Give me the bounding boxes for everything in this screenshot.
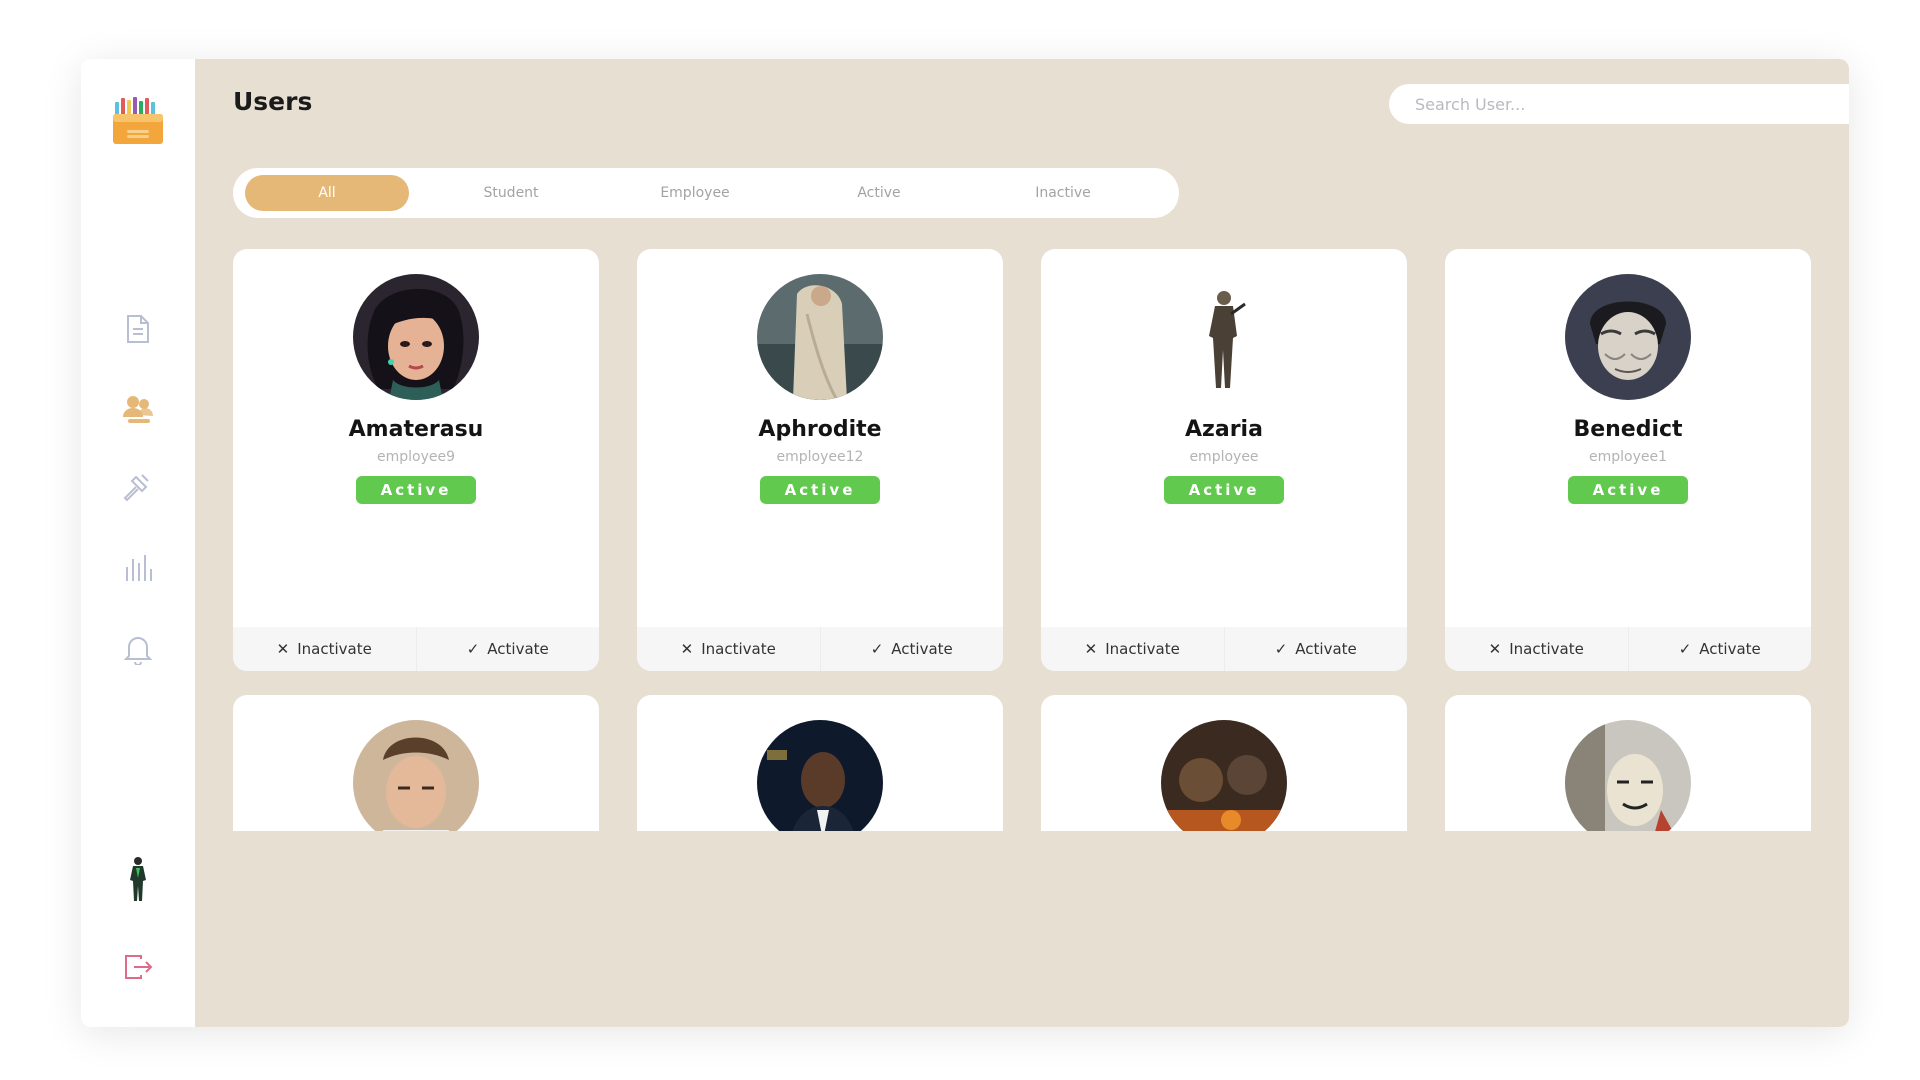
sidebar (81, 59, 195, 1027)
tab-employee[interactable]: Employee (613, 175, 777, 211)
user-card (1445, 695, 1811, 831)
activate-button[interactable]: ✓ Activate (1223, 627, 1408, 671)
user-avatar (1565, 274, 1691, 400)
close-icon: ✕ (680, 640, 694, 658)
profile-avatar[interactable] (118, 855, 158, 903)
inactivate-button[interactable]: ✕ Inactivate (1041, 627, 1224, 671)
user-card: Benedict employee1 Active ✕ Inactivate ✓… (1445, 249, 1811, 671)
bell-icon[interactable] (118, 629, 158, 669)
activate-label: Activate (1295, 640, 1357, 658)
check-icon: ✓ (466, 640, 480, 658)
card-actions: ✕ Inactivate ✓ Activate (1445, 627, 1811, 671)
status-badge: Active (1568, 476, 1688, 504)
status-badge: Active (356, 476, 476, 504)
inactivate-label: Inactivate (1105, 640, 1180, 658)
inactivate-button[interactable]: ✕ Inactivate (1445, 627, 1628, 671)
user-name: Benedict (1573, 417, 1683, 442)
user-avatar (353, 274, 479, 400)
inactivate-label: Inactivate (297, 640, 372, 658)
tab-active[interactable]: Active (797, 175, 961, 211)
search-bar[interactable] (1389, 84, 1849, 124)
bar-chart-icon[interactable] (118, 547, 158, 587)
user-card (1041, 695, 1407, 831)
app-logo[interactable] (111, 94, 165, 148)
close-icon: ✕ (276, 640, 290, 658)
user-name: Aphrodite (758, 417, 882, 442)
tab-student[interactable]: Student (429, 175, 593, 211)
logout-icon[interactable] (118, 947, 158, 987)
check-icon: ✓ (1678, 640, 1692, 658)
check-icon: ✓ (870, 640, 884, 658)
close-icon: ✕ (1488, 640, 1502, 658)
user-role: employee12 (776, 449, 864, 465)
status-badge: Active (760, 476, 880, 504)
card-actions: ✕ Inactivate ✓ Activate (637, 627, 1003, 671)
user-avatar (1161, 720, 1287, 831)
user-card (233, 695, 599, 831)
user-name: Azaria (1185, 417, 1263, 442)
user-grid: Amaterasu employee9 Active ✕ Inactivate … (233, 249, 1849, 831)
check-icon: ✓ (1274, 640, 1288, 658)
user-role: employee1 (1588, 449, 1667, 465)
hammer-icon[interactable] (118, 467, 158, 507)
user-avatar (757, 274, 883, 400)
activate-label: Activate (487, 640, 549, 658)
document-icon[interactable] (118, 309, 158, 349)
inactivate-label: Inactivate (701, 640, 776, 658)
app-window: Users All Student Employee Active Inacti… (81, 59, 1849, 1027)
user-card (637, 695, 1003, 831)
tab-inactive[interactable]: Inactive (981, 175, 1145, 211)
user-avatar (1565, 720, 1691, 831)
activate-button[interactable]: ✓ Activate (1627, 627, 1812, 671)
card-actions: ✕ Inactivate ✓ Activate (1041, 627, 1407, 671)
user-role: employee9 (376, 449, 455, 465)
user-avatar (757, 720, 883, 831)
user-avatar (1161, 274, 1287, 400)
activate-label: Activate (891, 640, 953, 658)
activate-button[interactable]: ✓ Activate (415, 627, 600, 671)
close-icon: ✕ (1084, 640, 1098, 658)
user-card: Amaterasu employee9 Active ✕ Inactivate … (233, 249, 599, 671)
user-card: Aphrodite employee12 Active ✕ Inactivate… (637, 249, 1003, 671)
inactivate-button[interactable]: ✕ Inactivate (637, 627, 820, 671)
user-card: Azaria employee Active ✕ Inactivate ✓ Ac… (1041, 249, 1407, 671)
users-icon[interactable] (118, 389, 158, 429)
inactivate-button[interactable]: ✕ Inactivate (233, 627, 416, 671)
card-actions: ✕ Inactivate ✓ Activate (233, 627, 599, 671)
user-role: employee (1189, 449, 1259, 465)
status-badge: Active (1164, 476, 1284, 504)
search-input[interactable] (1415, 94, 1849, 114)
main-content: Users All Student Employee Active Inacti… (195, 59, 1849, 1027)
filter-tabs: All Student Employee Active Inactive (233, 168, 1179, 218)
page-title: Users (233, 87, 313, 116)
activate-label: Activate (1699, 640, 1761, 658)
user-avatar (353, 720, 479, 831)
inactivate-label: Inactivate (1509, 640, 1584, 658)
activate-button[interactable]: ✓ Activate (819, 627, 1004, 671)
tab-all[interactable]: All (245, 175, 409, 211)
user-name: Amaterasu (348, 417, 484, 442)
